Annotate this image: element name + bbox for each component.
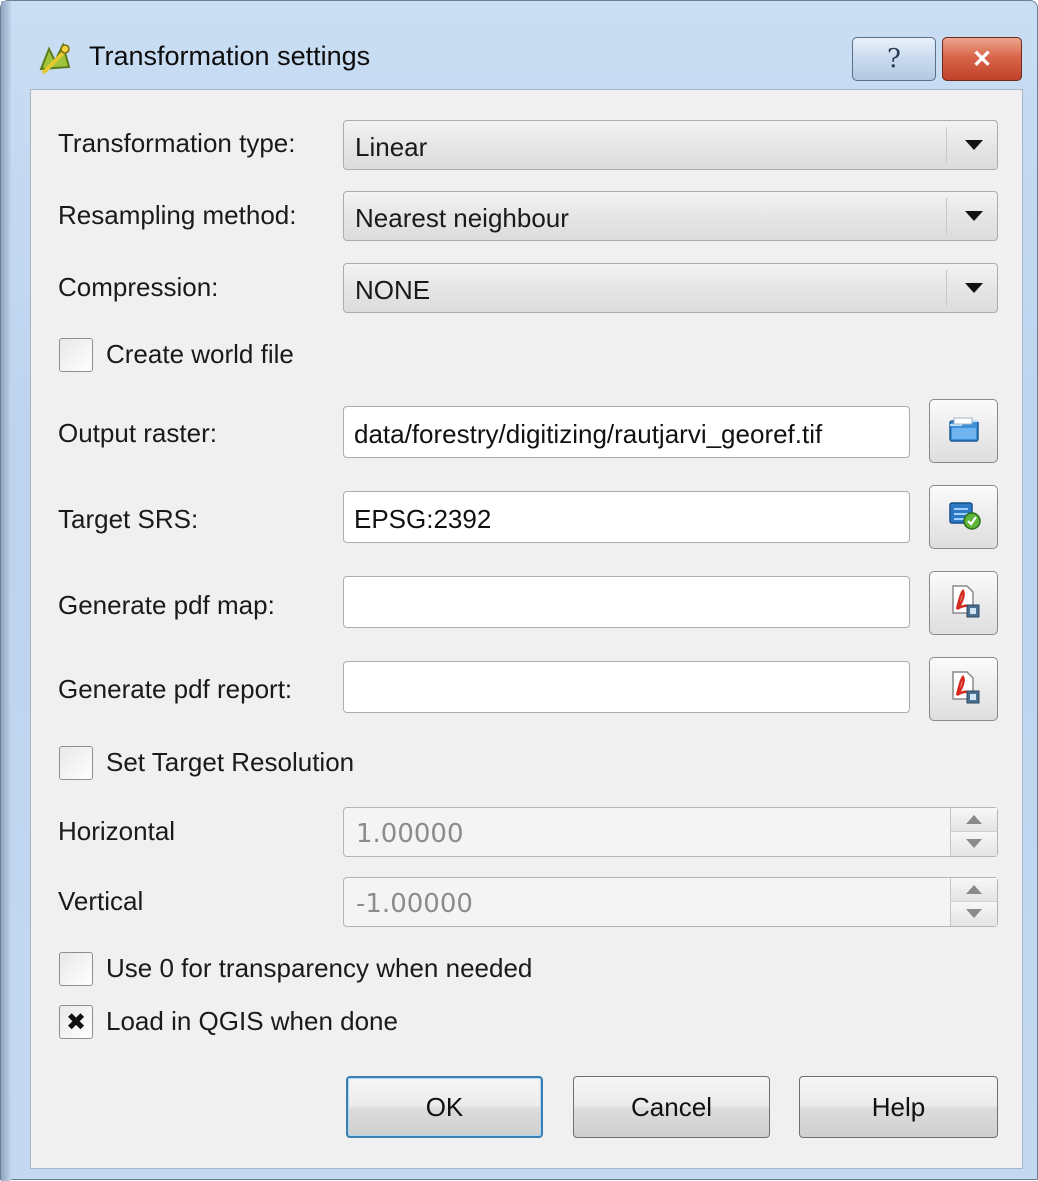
use-zero-transparency-label[interactable]: Use 0 for transparency when needed	[106, 953, 532, 984]
close-icon: ✕	[971, 45, 993, 73]
decrement-button[interactable]	[951, 902, 997, 926]
target-srs-value: EPSG:2392	[354, 504, 492, 534]
vertical-label: Vertical	[58, 886, 144, 916]
close-button[interactable]: ✕	[942, 37, 1022, 81]
create-world-file-label[interactable]: Create world file	[106, 339, 294, 370]
create-world-file-checkbox[interactable]	[59, 338, 93, 372]
output-raster-input[interactable]: data/forestry/digitizing/rautjarvi_geore…	[343, 406, 910, 458]
vertical-value: -1.00000	[356, 889, 473, 919]
set-target-resolution-label[interactable]: Set Target Resolution	[106, 747, 354, 778]
resampling-method-label: Resampling method:	[58, 200, 297, 230]
arrow-down-icon	[966, 909, 982, 918]
window-title: Transformation settings	[89, 41, 371, 71]
globe-projection-icon	[946, 499, 982, 536]
arrow-up-icon	[966, 885, 982, 894]
output-raster-label: Output raster:	[58, 418, 217, 448]
horizontal-label: Horizontal	[58, 816, 176, 846]
context-help-button[interactable]: ?	[852, 37, 936, 81]
pdf-map-input[interactable]	[343, 576, 910, 628]
combo-separator	[946, 198, 947, 234]
vertical-stepper[interactable]	[950, 878, 997, 926]
pdf-report-input[interactable]	[343, 661, 910, 713]
help-button[interactable]: Help	[799, 1076, 998, 1138]
load-in-qgis-checkbox[interactable]: ✖	[59, 1005, 93, 1039]
arrow-down-icon	[966, 839, 982, 848]
increment-button[interactable]	[951, 808, 997, 832]
combo-separator	[946, 127, 947, 163]
dialog-window: Transformation settings ? ✕ Transformati…	[0, 0, 1038, 1181]
check-mark-icon: ✖	[65, 1008, 87, 1036]
select-srs-button[interactable]	[929, 485, 998, 549]
compression-value: NONE	[355, 275, 431, 305]
qgis-logo-icon	[35, 39, 75, 79]
use-zero-transparency-checkbox[interactable]	[59, 952, 93, 986]
target-srs-label: Target SRS:	[58, 504, 199, 534]
question-icon: ?	[887, 44, 901, 74]
compression-label: Compression:	[58, 272, 219, 302]
resampling-method-select[interactable]: Nearest neighbour	[343, 191, 998, 241]
combo-separator	[946, 270, 947, 306]
arrow-up-icon	[966, 815, 982, 824]
vertical-spinbox[interactable]: -1.00000	[343, 877, 998, 927]
browse-output-button[interactable]	[929, 399, 998, 463]
pdf-map-label: Generate pdf map:	[58, 590, 275, 620]
chevron-down-icon	[965, 283, 983, 293]
pdf-export-icon	[947, 583, 981, 624]
target-srs-input[interactable]: EPSG:2392	[343, 491, 910, 543]
browse-pdf-map-button[interactable]	[929, 571, 998, 635]
title-bar[interactable]: Transformation settings ? ✕	[1, 1, 1038, 89]
folder-open-icon	[947, 414, 981, 449]
cancel-button[interactable]: Cancel	[573, 1076, 770, 1138]
pdf-report-label: Generate pdf report:	[58, 674, 293, 704]
horizontal-stepper[interactable]	[950, 808, 997, 856]
pdf-export-icon	[947, 669, 981, 710]
set-target-resolution-checkbox[interactable]	[59, 746, 93, 780]
resampling-method-value: Nearest neighbour	[355, 203, 569, 233]
chevron-down-icon	[965, 140, 983, 150]
transformation-type-label: Transformation type:	[58, 128, 296, 158]
compression-select[interactable]: NONE	[343, 263, 998, 313]
chevron-down-icon	[965, 211, 983, 221]
output-raster-value: data/forestry/digitizing/rautjarvi_geore…	[354, 419, 823, 449]
increment-button[interactable]	[951, 878, 997, 902]
horizontal-spinbox[interactable]: 1.00000	[343, 807, 998, 857]
transformation-type-select[interactable]: Linear	[343, 120, 998, 170]
horizontal-value: 1.00000	[356, 819, 464, 849]
load-in-qgis-label[interactable]: Load in QGIS when done	[106, 1006, 398, 1037]
window-edge	[1, 1, 11, 1181]
transformation-type-value: Linear	[355, 132, 428, 162]
browse-pdf-report-button[interactable]	[929, 657, 998, 721]
ok-button[interactable]: OK	[346, 1076, 543, 1138]
decrement-button[interactable]	[951, 832, 997, 856]
